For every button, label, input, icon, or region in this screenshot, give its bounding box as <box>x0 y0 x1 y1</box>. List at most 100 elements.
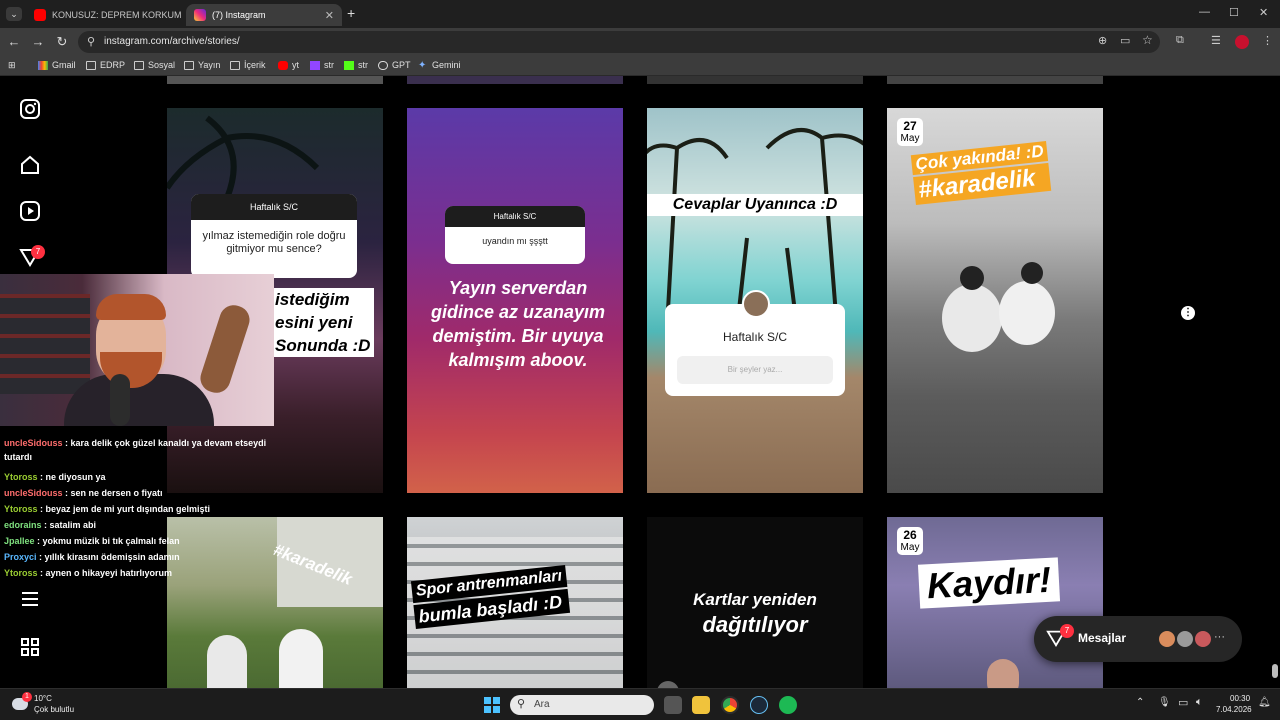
folder-icon <box>134 60 144 70</box>
story-text: Kartlar yeniden dağıtılıyor <box>693 590 817 637</box>
bookmark-star-icon[interactable]: ☆ <box>1142 33 1153 47</box>
chat-text: : beyaz jem de mi yurt dışından gelmişti <box>37 504 211 514</box>
question-sticker: Haftalık S/C uyandın mı şşştt <box>445 206 585 264</box>
chat-username[interactable]: Ytoross <box>4 568 38 578</box>
folder-icon <box>230 60 240 70</box>
start-button[interactable] <box>484 697 500 713</box>
gmail-icon <box>38 60 48 70</box>
chat-message: uncleSidouss : sen ne dersen o fiyatı <box>4 488 163 498</box>
previous-row-edge <box>887 76 1103 84</box>
chat-username[interactable]: Ytoross <box>4 504 38 514</box>
previous-row-edge <box>647 76 863 84</box>
webcam-overlay <box>0 274 274 426</box>
people <box>279 629 323 688</box>
taskbar-search[interactable]: ⚲ Ara <box>510 695 654 715</box>
streamer-hair <box>96 294 166 320</box>
tab-search-button[interactable]: ⌄ <box>6 7 22 21</box>
reload-icon[interactable]: ↻ <box>54 34 70 50</box>
spotify-icon[interactable] <box>779 696 797 714</box>
file-explorer-icon[interactable] <box>692 696 710 714</box>
show-hidden-icons[interactable]: ⌃ <box>1136 697 1144 708</box>
tab-youtube[interactable]: KONUSUZ: DEPREM KORKUM, B ✕ <box>26 4 182 26</box>
reels-icon[interactable] <box>18 200 42 224</box>
bookmark-edrp[interactable]: EDRP <box>86 60 125 70</box>
story-card[interactable]: Cevaplar Uyanınca :D Haftalık S/C Bir şe… <box>647 108 863 493</box>
more-options-icon[interactable]: ⋮ <box>1181 306 1195 320</box>
gemini-icon: ✦ <box>418 59 427 71</box>
profile-avatar[interactable] <box>1235 35 1249 49</box>
chat-username[interactable]: uncleSidouss <box>4 438 63 448</box>
apps-icon[interactable]: ⊞ <box>8 60 16 71</box>
chat-username[interactable]: edorains <box>4 520 42 530</box>
weather-badge: 1 <box>22 692 32 702</box>
forward-icon[interactable]: → <box>30 34 46 49</box>
story-card[interactable]: Kartlar yeniden dağıtılıyor <box>647 517 863 688</box>
network-icon[interactable]: ▭ <box>1178 696 1188 709</box>
scrollbar-thumb[interactable] <box>1272 664 1278 678</box>
chat-username[interactable]: Jpallee <box>4 536 35 546</box>
new-tab-button[interactable]: + <box>347 5 355 21</box>
instagram-story-archive: 7 Haftalık S/C yılmaz istemediğin role d… <box>0 76 1280 688</box>
bookmark-twitch[interactable]: str <box>310 60 334 70</box>
story-text: istediğim esini yeni Sonunda :D <box>271 288 375 357</box>
zoom-icon[interactable]: ⊕ <box>1098 34 1107 47</box>
site-info-icon[interactable]: ⚲ <box>87 35 95 48</box>
notification-badge: 7 <box>31 245 45 259</box>
story-text: Yayın serverdan gidince az uzanayım demi… <box>430 278 606 370</box>
more-apps-icon[interactable] <box>18 636 42 660</box>
bookmark-icerik[interactable]: İçerik <box>230 60 266 70</box>
url-text[interactable]: instagram.com/archive/stories/ <box>104 36 240 47</box>
instagram-icon <box>194 9 206 21</box>
notifications-icon[interactable]: 🔔︎ <box>1258 697 1271 708</box>
volume-icon[interactable]: 🔈︎ <box>1196 696 1203 709</box>
people <box>207 635 247 688</box>
extensions-icon[interactable]: ⧉ <box>1176 34 1184 47</box>
clock-date[interactable]: 7.04.2026 <box>1216 705 1252 714</box>
bookmark-yayin[interactable]: Yayın <box>184 60 220 70</box>
story-card[interactable]: 27 May Çok yakında! :D #karadelik <box>887 108 1103 493</box>
clock-time[interactable]: 00:30 <box>1230 694 1250 703</box>
task-view-icon[interactable] <box>664 696 682 714</box>
address-bar[interactable]: ⚲ instagram.com/archive/stories/ ⊕ ▭ ☆ <box>78 31 1160 53</box>
bookmark-yt[interactable]: yt <box>278 60 299 70</box>
story-date: 27 May <box>897 118 923 146</box>
messages-button[interactable]: 7 Mesajlar ··· <box>1034 616 1242 662</box>
chrome-icon[interactable] <box>721 696 739 714</box>
question-title: Haftalık S/C <box>722 330 788 344</box>
bookmark-gemini[interactable]: ✦ Gemini <box>418 60 461 70</box>
back-icon[interactable]: ← <box>6 34 22 49</box>
home-icon[interactable] <box>18 154 42 178</box>
weather-temp: 10°C <box>34 694 52 703</box>
chat-text: : satalim abi <box>41 520 97 530</box>
chat-username[interactable]: uncleSidouss <box>4 488 63 498</box>
instagram-logo-icon[interactable] <box>18 98 42 122</box>
tab-instagram[interactable]: (7) Instagram ✕ <box>186 4 342 26</box>
stream-chat: uncleSidouss : kara delik çok güzel kana… <box>0 431 280 611</box>
avatar <box>1194 630 1212 648</box>
story-card[interactable]: 26 May Kaydır! <box>887 517 1103 688</box>
menu-icon[interactable]: ⋮ <box>1262 34 1273 47</box>
chat-username[interactable]: Ytoross <box>4 472 38 482</box>
chat-username[interactable]: Proxyci <box>4 552 37 562</box>
maximize-button[interactable]: ☐ <box>1229 6 1239 19</box>
youtube-icon <box>34 9 46 21</box>
chat-message: Ytoross : ne diyosun ya <box>4 472 106 482</box>
steam-icon[interactable] <box>750 696 768 714</box>
cast-icon[interactable]: ▭ <box>1120 34 1130 47</box>
tab-title: (7) Instagram <box>212 10 266 20</box>
close-icon[interactable]: ✕ <box>325 9 334 22</box>
story-card[interactable]: Spor antrenmanları bumla başladı :D <box>407 517 623 688</box>
bookmark-gpt[interactable]: GPT <box>378 60 411 70</box>
bookmark-gmail[interactable]: Gmail <box>38 60 76 70</box>
folder-icon <box>184 60 194 70</box>
messages-badge: 7 <box>1060 624 1074 638</box>
reading-list-icon[interactable]: ☰ <box>1211 34 1221 47</box>
minimize-button[interactable]: — <box>1199 6 1210 18</box>
close-window-button[interactable]: ✕ <box>1259 6 1268 19</box>
story-card[interactable]: Haftalık S/C uyandın mı şşştt Yayın serv… <box>407 108 623 493</box>
bookmark-sosyal[interactable]: Sosyal <box>134 60 175 70</box>
microphone-icon[interactable]: 🎙︎ <box>1158 697 1171 708</box>
browser-tab-bar: ⌄ KONUSUZ: DEPREM KORKUM, B ✕ (7) Instag… <box>0 0 1280 28</box>
bookmark-kick[interactable]: str <box>344 60 368 70</box>
story-headline: Cevaplar Uyanınca :D <box>647 194 863 216</box>
